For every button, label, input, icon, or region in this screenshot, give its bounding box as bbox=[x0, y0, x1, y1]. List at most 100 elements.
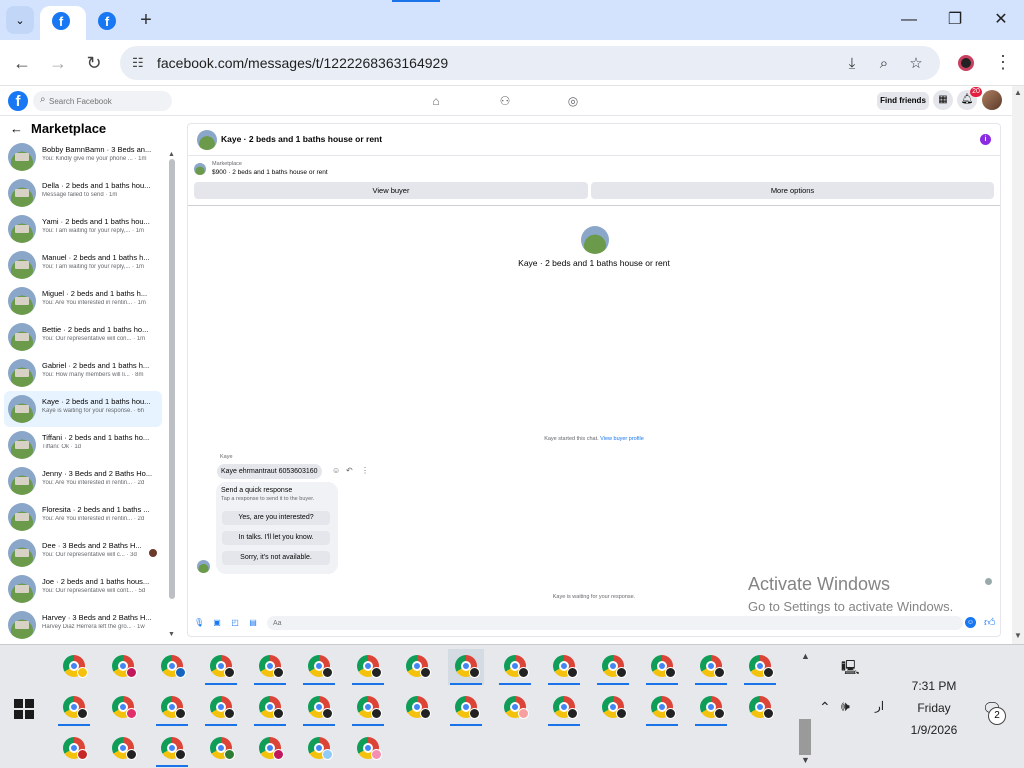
scroll-down-icon[interactable]: ▼ bbox=[1014, 631, 1022, 640]
find-friends-button[interactable]: Find friends bbox=[877, 92, 929, 110]
sidebar-scrollbar[interactable]: ▲ ▼ bbox=[168, 151, 176, 641]
chrome-taskbar-icon[interactable] bbox=[644, 690, 680, 726]
chrome-taskbar-icon[interactable] bbox=[105, 690, 141, 726]
bookmark-star-icon[interactable]: ☆ bbox=[906, 54, 926, 74]
chrome-taskbar-icon[interactable] bbox=[399, 690, 435, 726]
conversation-item[interactable]: Gabriel · 2 beds and 1 baths h... You: Ho… bbox=[4, 355, 162, 391]
reply-icon[interactable]: ↶ bbox=[346, 466, 353, 475]
chrome-taskbar-icon[interactable] bbox=[252, 649, 288, 685]
chrome-taskbar-icon[interactable] bbox=[546, 649, 582, 685]
account-avatar[interactable] bbox=[982, 90, 1002, 110]
search-input[interactable] bbox=[49, 94, 164, 108]
page-scrollbar[interactable]: ▲ ▼ bbox=[1012, 86, 1024, 644]
scrollbar-thumb[interactable] bbox=[799, 719, 811, 755]
listing-summary[interactable]: Marketplace $900 · 2 beds and 1 baths ho… bbox=[194, 161, 994, 179]
emoji-icon[interactable]: ☺ bbox=[965, 617, 976, 628]
listing-avatar[interactable] bbox=[581, 226, 609, 254]
chrome-taskbar-icon[interactable] bbox=[154, 690, 190, 726]
tray-chevron-icon[interactable]: ⌃ bbox=[819, 699, 831, 716]
clock-day[interactable]: Friday bbox=[894, 701, 974, 715]
install-app-icon[interactable]: ⤓ bbox=[842, 54, 862, 74]
chrome-taskbar-icon[interactable] bbox=[399, 649, 435, 685]
listing-thumbnail[interactable] bbox=[197, 130, 217, 150]
chrome-taskbar-icon[interactable] bbox=[595, 649, 631, 685]
conversation-item[interactable]: Dee · 3 Beds and 2 Baths H... You: Our re… bbox=[4, 535, 162, 571]
windows-start-icon[interactable] bbox=[14, 699, 34, 719]
quick-response-in-talks[interactable]: In talks. I'll let you know. bbox=[222, 531, 330, 545]
scrollbar-thumb[interactable] bbox=[169, 159, 175, 599]
address-bar[interactable]: ☷ facebook.com/messages/t/12222683631649… bbox=[120, 46, 940, 80]
message-input[interactable] bbox=[267, 616, 963, 630]
taskbar-scrollbar[interactable]: ▲ ▼ bbox=[796, 649, 814, 767]
chrome-taskbar-icon[interactable] bbox=[56, 731, 92, 767]
chrome-taskbar-icon[interactable] bbox=[693, 649, 729, 685]
conversation-item[interactable]: Della · 2 beds and 1 baths hou... Message… bbox=[4, 175, 162, 211]
message-bubble[interactable]: Kaye ehrmantraut 6053603160 bbox=[217, 464, 322, 479]
zoom-icon[interactable]: ⌕ bbox=[874, 54, 894, 74]
chrome-taskbar-icon[interactable] bbox=[546, 690, 582, 726]
home-icon[interactable]: ⌂ bbox=[428, 94, 444, 110]
chrome-taskbar-icon[interactable] bbox=[154, 649, 190, 685]
conversation-item[interactable]: Manuel · 2 beds and 1 baths h... You: I a… bbox=[4, 247, 162, 283]
site-info-icon[interactable]: ☷ bbox=[132, 55, 148, 71]
facebook-logo[interactable]: f bbox=[8, 91, 28, 111]
conversation-item[interactable]: Kaye · 2 beds and 1 baths hou... Kaye is … bbox=[4, 391, 162, 427]
scroll-up-icon[interactable]: ▲ bbox=[801, 651, 810, 661]
conversation-item[interactable]: Miguel · 2 beds and 1 baths h... You: Are… bbox=[4, 283, 162, 319]
back-button[interactable]: ← bbox=[9, 50, 35, 76]
chrome-taskbar-icon[interactable] bbox=[644, 649, 680, 685]
facebook-search[interactable]: ⌕ bbox=[33, 91, 172, 111]
more-options-button[interactable]: More options bbox=[591, 182, 994, 199]
conversation-item[interactable]: Bettie · 2 beds and 1 baths ho... You: Ou… bbox=[4, 319, 162, 355]
chrome-taskbar-icon[interactable] bbox=[350, 649, 386, 685]
conversation-item[interactable]: Bobby BamnBamn · 3 Beds an... You: Kindly… bbox=[4, 139, 162, 175]
volume-icon[interactable]: 🕪︎ bbox=[841, 698, 850, 715]
chrome-taskbar-icon[interactable] bbox=[350, 690, 386, 726]
chrome-taskbar-icon[interactable] bbox=[56, 690, 92, 726]
groups-icon[interactable]: ◎ bbox=[565, 94, 581, 110]
browser-menu-icon[interactable]: ⋮ bbox=[994, 52, 1012, 73]
view-buyer-profile-link[interactable]: View buyer profile bbox=[600, 436, 644, 442]
image-icon[interactable]: ▣ bbox=[212, 618, 222, 628]
tab-facebook-active[interactable]: f bbox=[40, 6, 86, 40]
scroll-up-icon[interactable]: ▲ bbox=[1014, 88, 1022, 97]
chrome-taskbar-icon[interactable] bbox=[301, 649, 337, 685]
more-actions-icon[interactable]: ⋮ bbox=[361, 466, 369, 475]
thumbs-up-icon[interactable]: 👍︎ bbox=[984, 616, 996, 629]
microphone-icon[interactable]: 🎙︎ bbox=[194, 618, 204, 628]
conversation-item[interactable]: Harvey · 3 Beds and 2 Baths H... Harvey D… bbox=[4, 607, 162, 643]
chrome-taskbar-icon[interactable] bbox=[448, 649, 484, 685]
friends-icon[interactable]: ⚇ bbox=[497, 94, 513, 110]
chrome-taskbar-icon[interactable] bbox=[742, 649, 778, 685]
chrome-taskbar-icon[interactable] bbox=[252, 690, 288, 726]
chrome-taskbar-icon[interactable] bbox=[693, 690, 729, 726]
new-tab-button[interactable]: + bbox=[134, 10, 158, 30]
maximize-button[interactable]: ❐ bbox=[940, 8, 970, 32]
chrome-taskbar-icon[interactable] bbox=[448, 690, 484, 726]
reload-button[interactable]: ↻ bbox=[81, 50, 107, 76]
chrome-taskbar-icon[interactable] bbox=[595, 690, 631, 726]
conversation-item[interactable]: Jenny · 3 Beds and 2 Baths Ho... You: Are… bbox=[4, 463, 162, 499]
view-buyer-button[interactable]: View buyer bbox=[194, 182, 588, 199]
scroll-down-icon[interactable]: ▼ bbox=[168, 631, 175, 638]
network-icon[interactable]: 🖳︎ bbox=[841, 657, 860, 681]
chrome-taskbar-icon[interactable] bbox=[350, 731, 386, 767]
chrome-taskbar-icon[interactable] bbox=[154, 731, 190, 767]
chrome-taskbar-icon[interactable] bbox=[252, 731, 288, 767]
quick-response-yes[interactable]: Yes, are you interested? bbox=[222, 511, 330, 525]
close-window-button[interactable]: ✕ bbox=[986, 8, 1016, 32]
clock-date[interactable]: 1/9/2026 bbox=[894, 723, 974, 737]
clock-time[interactable]: 7:31 PM bbox=[894, 679, 974, 693]
conversation-item[interactable]: Tiffani · 2 beds and 1 baths ho... Tiffan… bbox=[4, 427, 162, 463]
tab-facebook[interactable]: f bbox=[90, 6, 126, 40]
quick-response-sorry[interactable]: Sorry, it's not available. bbox=[222, 551, 330, 565]
chrome-taskbar-icon[interactable] bbox=[203, 731, 239, 767]
scroll-up-icon[interactable]: ▲ bbox=[168, 151, 175, 158]
menu-grid-icon[interactable]: ▦ bbox=[933, 90, 953, 110]
chrome-taskbar-icon[interactable] bbox=[203, 649, 239, 685]
chrome-taskbar-icon[interactable] bbox=[497, 690, 533, 726]
profile-avatar[interactable] bbox=[958, 55, 974, 71]
info-icon[interactable]: i bbox=[980, 134, 991, 145]
chrome-taskbar-icon[interactable] bbox=[56, 649, 92, 685]
forward-button[interactable]: → bbox=[45, 50, 71, 76]
